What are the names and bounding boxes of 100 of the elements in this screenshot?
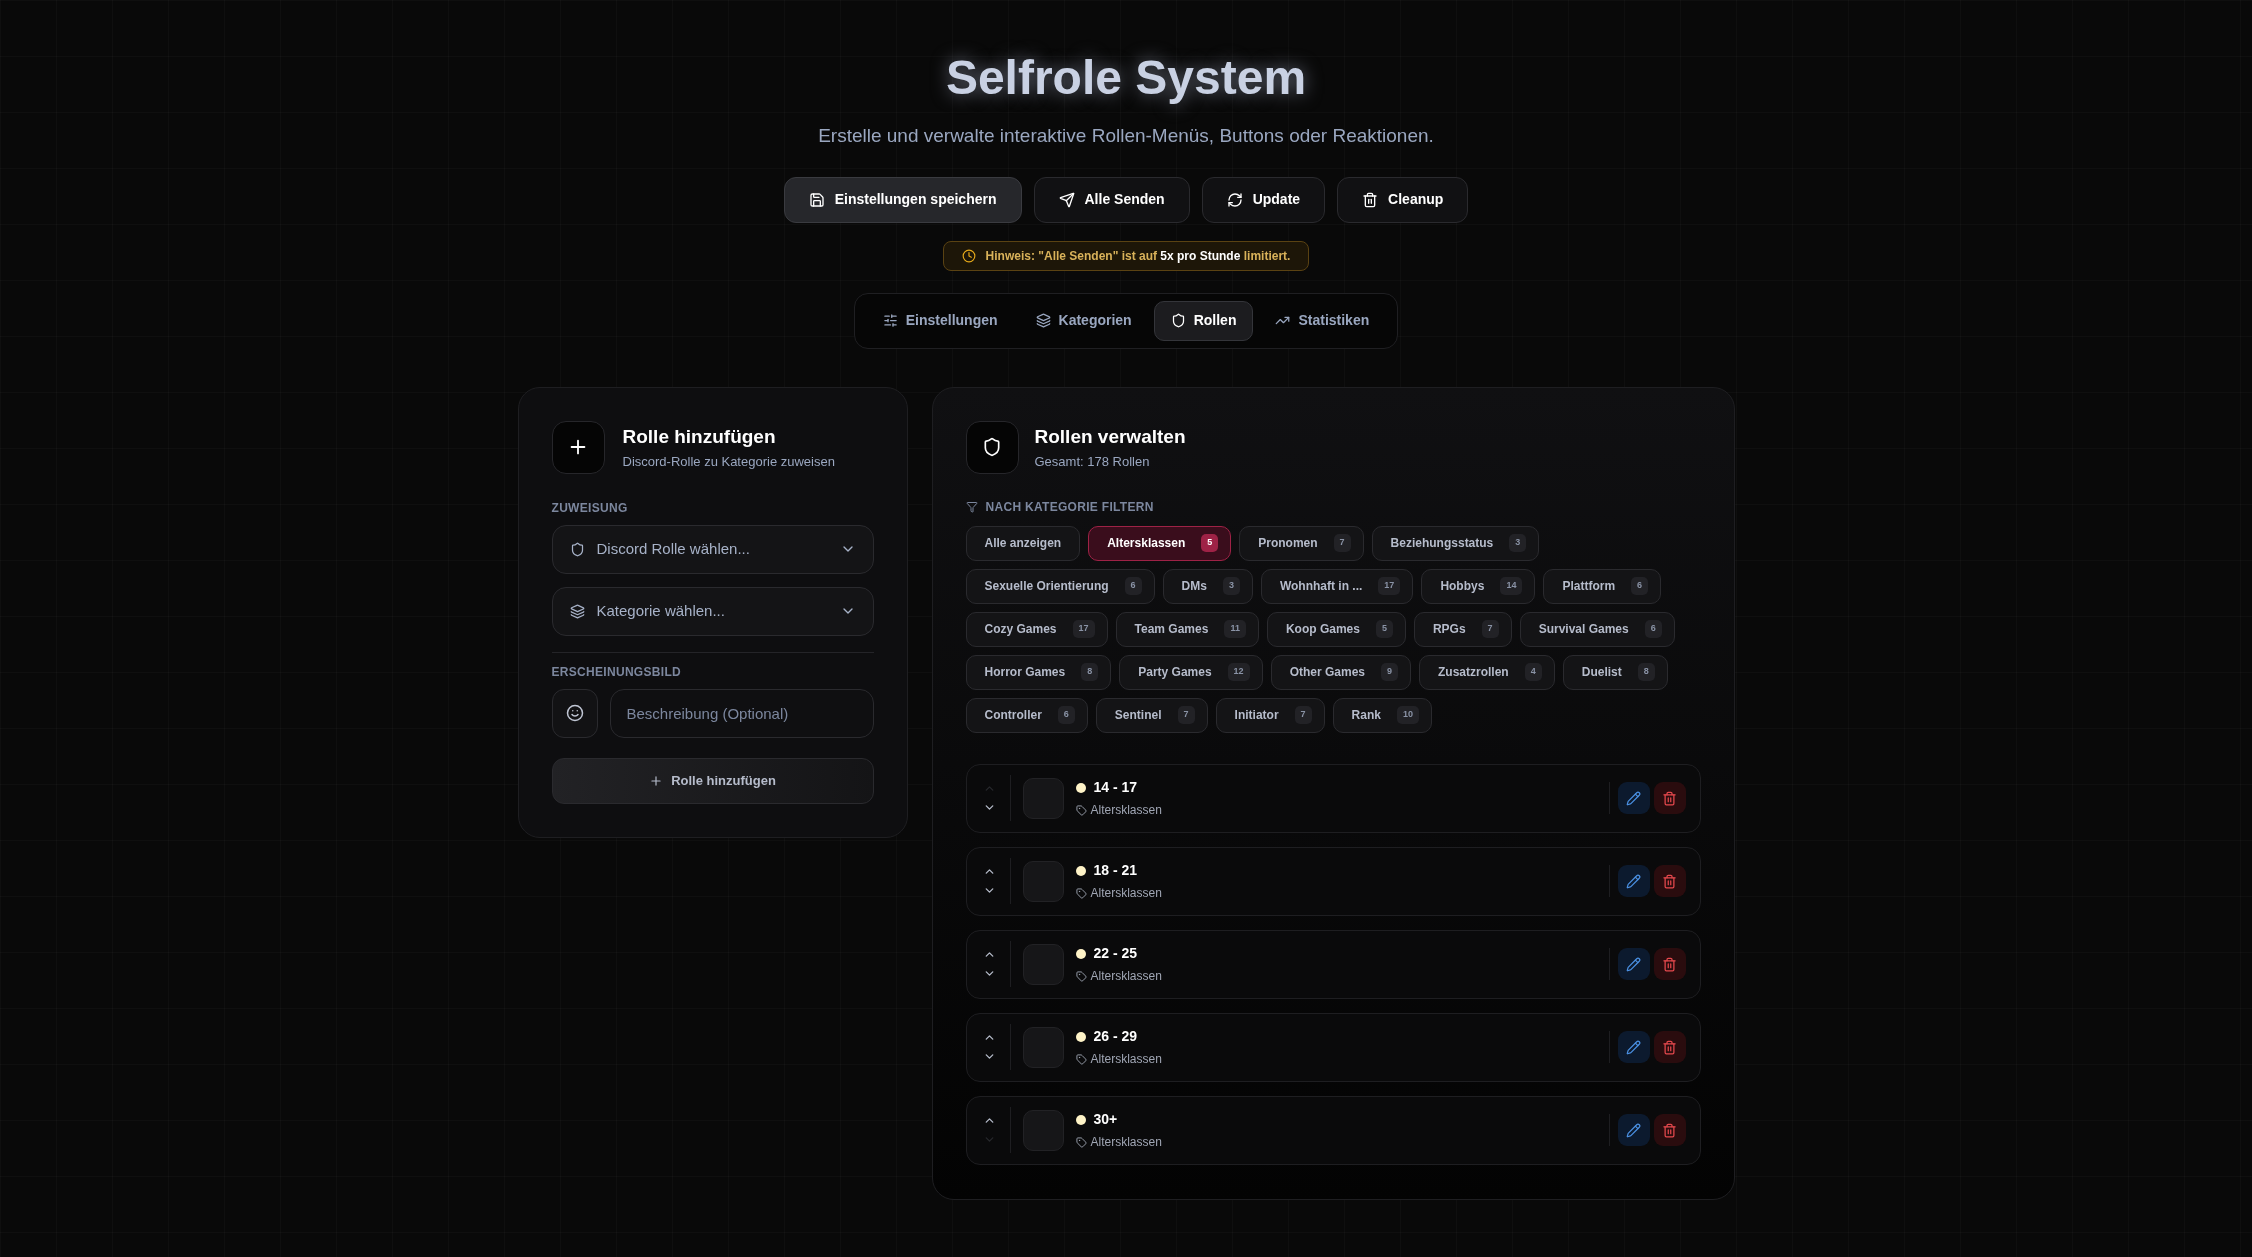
category-filter-chip[interactable]: Beziehungsstatus 3 [1371,525,1540,561]
category-filter-chip[interactable]: Koop Games 5 [1266,611,1406,647]
edit-button[interactable] [1617,782,1650,814]
emoji-button[interactable] [551,688,598,738]
role-category: Altersklassen [1090,1134,1162,1151]
role-name: 14 - 17 [1093,778,1138,797]
category-filter-chip[interactable]: Rank 10 [1332,697,1432,733]
category-filter-chip[interactable]: RPGs 7 [1413,611,1512,647]
role-category: Altersklassen [1090,968,1162,985]
role-name: 22 - 25 [1093,944,1138,963]
role-icon-placeholder [1022,1109,1064,1151]
tag-icon [1075,970,1087,982]
delete-button[interactable] [1653,865,1686,897]
count-badge: 12 [1227,663,1250,681]
count-badge: 10 [1396,706,1419,724]
panel-title: Rollen verwalten [1034,425,1186,449]
count-badge: 6 [1057,706,1075,724]
pencil-icon [1626,1039,1641,1055]
category-filter-chip[interactable]: Plattform 6 [1543,568,1662,604]
category-filter-chip[interactable]: Zusatzrollen 4 [1419,654,1555,690]
count-badge: 7 [1177,706,1195,724]
category-filter-chip[interactable]: Other Games 9 [1270,654,1411,690]
select-placeholder: Discord Rolle wählen... [596,538,751,559]
count-badge: 8 [1081,663,1099,681]
edit-button[interactable] [1617,865,1650,897]
count-badge: 14 [1500,577,1523,595]
panel-title: Rolle hinzufügen [622,425,777,449]
count-badge: 6 [1124,577,1142,595]
sliders-icon [882,313,898,328]
trash-icon [1662,956,1677,972]
category-filter-chip[interactable]: Initiator 7 [1215,697,1325,733]
tab[interactable]: Statistiken [1259,300,1386,341]
edit-button[interactable] [1617,1031,1650,1063]
role-category: Altersklassen [1090,885,1162,902]
page-subtitle: Erstelle und verwalte interaktive Rollen-Menüs, Buttons oder Reaktionen. [818,124,1434,148]
description-field[interactable]: Beschreibung (Optional) [609,688,874,738]
section-label: ZUWEISUNG [551,499,629,517]
action-button[interactable]: Einstellungen speichern [783,176,1022,223]
tag-icon [1075,887,1087,899]
count-badge: 11 [1224,620,1246,638]
category-filter-chip[interactable]: Sentinel 7 [1095,697,1208,733]
trash-icon [1362,191,1379,208]
role-select[interactable]: Discord Rolle wählen... [551,524,874,574]
notice-text: Hinweis: "Alle Senden" ist auf 5x pro Stunde limitiert. [985,247,1291,265]
count-badge: 3 [1222,577,1240,595]
delete-button[interactable] [1653,948,1686,980]
tab[interactable]: Kategorien [1019,300,1148,341]
delete-button[interactable] [1653,782,1686,814]
count-badge: 5 [1201,534,1219,552]
category-filter-chip[interactable]: Controller 6 [965,697,1088,733]
shield-icon [569,541,585,557]
count-badge: 5 [1375,620,1393,638]
count-badge: 9 [1381,663,1398,681]
filter-icon [965,500,978,513]
role-name: 18 - 21 [1093,861,1138,880]
role-name: 30+ [1093,1110,1118,1129]
layers-icon [1035,313,1051,328]
action-button[interactable]: Alle Senden [1033,176,1190,223]
role-name: 26 - 29 [1093,1027,1138,1046]
role-icon-placeholder [1022,1026,1064,1068]
layers-icon [569,603,585,619]
shield-icon [1170,313,1186,328]
category-filter-chip[interactable]: Team Games 11 [1115,611,1259,647]
count-badge: 6 [1644,620,1662,638]
category-filter-chip[interactable]: Pronomen 7 [1239,525,1364,561]
send-icon [1058,191,1075,208]
count-badge: 4 [1524,663,1542,681]
category-filter-chip[interactable]: Horror Games 8 [965,654,1112,690]
tab[interactable]: Rollen [1153,300,1254,341]
tab[interactable]: Einstellungen [866,300,1014,341]
panel-subtitle: Gesamt: 178 Rollen [1034,452,1151,471]
edit-button[interactable] [1617,1114,1650,1146]
role-icon-placeholder [1022,777,1064,819]
category-filter-chip[interactable]: Wohnhaft in ... 17 [1260,568,1414,604]
category-filter-chip[interactable]: Altersklassen 5 [1088,525,1232,561]
category-filter-chip[interactable]: Survival Games 6 [1519,611,1675,647]
count-badge: 6 [1631,577,1649,595]
pencil-icon [1626,790,1641,806]
count-badge: 7 [1294,706,1312,724]
category-filter-chip[interactable]: Hobbys 14 [1421,568,1536,604]
action-button[interactable]: Cleanup [1337,176,1469,223]
trash-icon [1662,790,1677,806]
delete-button[interactable] [1653,1031,1686,1063]
count-badge: 8 [1637,663,1655,681]
add-role-button[interactable]: Rolle hinzufügen [551,757,874,804]
tag-icon [1075,1136,1087,1148]
category-select[interactable]: Kategorie wählen... [551,586,874,636]
category-filter-chip[interactable]: Party Games 12 [1119,654,1263,690]
category-filter-chip[interactable]: Duelist 8 [1562,654,1668,690]
category-filter-chip[interactable]: DMs 3 [1162,568,1253,604]
category-filter-chip[interactable]: Sexuelle Orientierung 6 [965,568,1155,604]
smiley-icon [565,704,584,722]
count-badge: 17 [1072,620,1095,638]
category-filter-chip[interactable]: Cozy Games 17 [965,611,1108,647]
pencil-icon [1626,873,1641,889]
clock-icon [961,248,976,263]
edit-button[interactable] [1617,948,1650,980]
category-filter-chip[interactable]: Alle anzeigen [965,525,1081,561]
delete-button[interactable] [1653,1114,1686,1146]
action-button[interactable]: Update [1201,176,1326,223]
